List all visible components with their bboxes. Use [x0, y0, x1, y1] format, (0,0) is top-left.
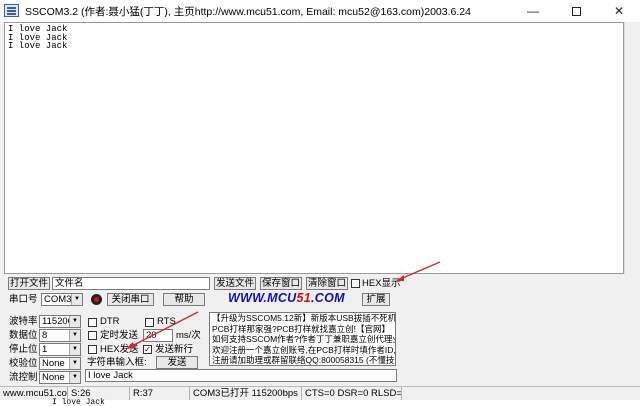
chevron-down-icon: ▼	[69, 358, 80, 369]
expand-button[interactable]: 扩展	[362, 293, 390, 306]
rts-label: RTS	[157, 316, 176, 327]
stop-bits-select[interactable]: 1 ▼	[39, 343, 81, 356]
flow-control-label: 流控制	[9, 372, 38, 383]
interval-input[interactable]: 20	[143, 329, 173, 342]
ad-line: 欢迎注册一个嘉立创账号,在PCB打样时填作者ID,可得有多少	[212, 344, 396, 355]
receive-area[interactable]: I love Jack I love Jack I love Jack	[4, 22, 624, 274]
hex-display-label: HEX显示	[362, 278, 401, 289]
dtr-label: DTR	[100, 316, 120, 327]
chevron-down-icon: ▼	[69, 372, 80, 383]
file-name-field[interactable]: 文件名	[52, 277, 210, 290]
app-icon	[4, 4, 19, 17]
parity-select[interactable]: None ▼	[39, 357, 81, 370]
string-input-label: 字符串输入框:	[87, 357, 147, 368]
port-status-light-icon	[91, 294, 102, 305]
status-received-count: R:37	[130, 387, 190, 401]
ad-panel[interactable]: 【升级为SSCOM5.12新】新版本USB拔插不死机! PCB打样那家强?PCB…	[209, 312, 396, 366]
parity-value: None	[42, 358, 65, 369]
window-title: SSCOM3.2 (作者:聂小猛(丁丁), 主页http://www.mcu51…	[25, 6, 471, 18]
maximize-icon	[571, 7, 581, 17]
interval-unit-label: ms/次	[176, 330, 201, 341]
close-port-button[interactable]: 关闭串口	[107, 293, 154, 306]
send-input[interactable]: I love Jack	[85, 369, 397, 382]
minimize-button[interactable]: —	[512, 0, 554, 22]
chevron-down-icon: ▼	[69, 316, 80, 327]
background-text: I love Jack	[52, 398, 105, 406]
timed-send-label: 定时发送	[100, 330, 139, 341]
receive-line: I love Jack	[8, 32, 68, 43]
ad-line: 如何支持SSCOM作者?作者丁丁兼职嘉立创代理业务	[212, 334, 396, 345]
title-bar: SSCOM3.2 (作者:聂小猛(丁丁), 主页http://www.mcu51…	[0, 0, 640, 22]
sscom-window: SSCOM3.2 (作者:聂小猛(丁丁), 主页http://www.mcu51…	[0, 0, 640, 406]
data-bits-value: 8	[42, 330, 48, 341]
ad-line: PCB打样那家强?PCB打样就找嘉立创!【官网】	[212, 323, 391, 334]
rts-checkbox[interactable]	[145, 318, 154, 327]
ad-line: 注册请加助理或群留联络QQ:800058315 (不懂技术)	[212, 355, 396, 366]
clear-window-button[interactable]: 清除窗口	[306, 277, 348, 290]
send-newline-checkbox[interactable]: ✓	[143, 345, 152, 354]
parity-label: 校验位	[9, 358, 38, 369]
maximize-button[interactable]	[555, 0, 597, 22]
status-port-state: COM3已打开 115200bps	[190, 387, 302, 401]
open-file-button[interactable]: 打开文件	[8, 277, 50, 290]
background-area: I love Jack	[0, 398, 640, 406]
ad-line: 【升级为SSCOM5.12新】新版本USB拔插不死机!	[212, 313, 396, 323]
status-signals: CTS=0 DSR=0 RLSD=0	[302, 387, 402, 401]
flow-control-select[interactable]: None ▼	[39, 371, 81, 384]
help-button[interactable]: 帮助	[163, 293, 205, 306]
chevron-down-icon: ▼	[69, 330, 80, 341]
close-button[interactable]: ✕	[598, 0, 640, 22]
hex-send-checkbox[interactable]	[88, 345, 97, 354]
port-label: 串口号	[9, 294, 38, 305]
stop-bits-value: 1	[42, 344, 48, 355]
data-bits-select[interactable]: 8 ▼	[39, 329, 81, 342]
chevron-down-icon: ▼	[71, 294, 82, 305]
port-value: COM3	[44, 294, 72, 305]
send-newline-label: 发送新行	[155, 344, 194, 355]
receive-line: I love Jack	[8, 24, 68, 34]
receive-line: I love Jack	[8, 41, 68, 51]
receive-scrollbar[interactable]	[624, 22, 636, 274]
save-window-button[interactable]: 保存窗口	[260, 277, 302, 290]
baud-select[interactable]: 115200 ▼	[39, 315, 81, 328]
timed-send-checkbox[interactable]	[88, 331, 97, 340]
data-bits-label: 数据位	[9, 330, 38, 341]
flow-control-value: None	[42, 372, 65, 383]
baud-label: 波特率	[9, 316, 38, 327]
send-button[interactable]: 发送	[156, 356, 198, 369]
dtr-checkbox[interactable]	[88, 318, 97, 327]
send-file-button[interactable]: 发送文件	[214, 277, 256, 290]
stop-bits-label: 停止位	[9, 344, 38, 355]
hex-send-label: HEX发送	[100, 344, 139, 355]
hex-display-checkbox[interactable]	[351, 279, 360, 288]
mcu51-logo: WWW.MCU51.COM	[228, 291, 345, 305]
chevron-down-icon: ▼	[69, 344, 80, 355]
port-select[interactable]: COM3 ▼	[41, 293, 83, 306]
